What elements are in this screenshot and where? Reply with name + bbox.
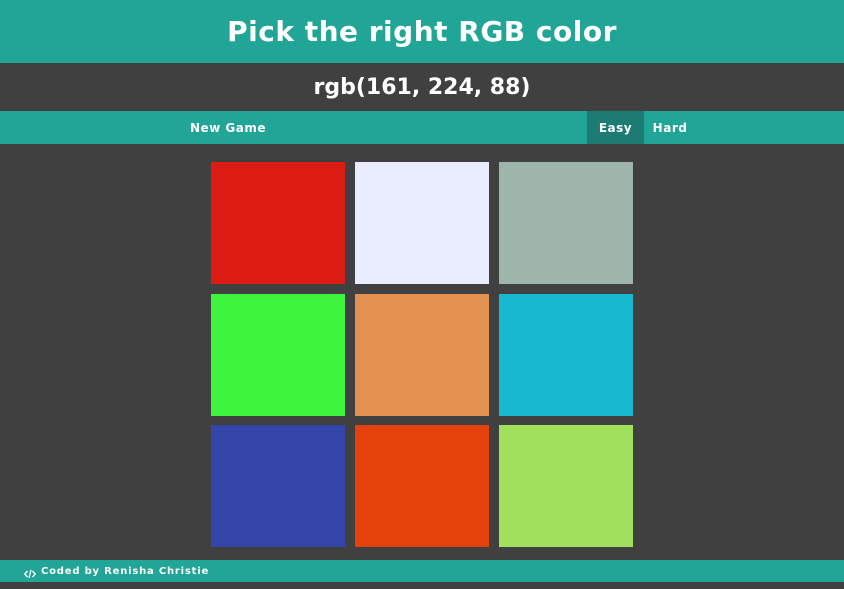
footer-credit: Coded by Renisha Christie <box>41 565 210 577</box>
header: Pick the right RGB color <box>0 0 844 63</box>
target-rgb-text: rgb(161, 224, 88) <box>313 74 531 100</box>
easy-mode-button[interactable]: Easy <box>587 111 644 144</box>
hard-mode-button[interactable]: Hard <box>644 111 696 144</box>
target-color-bar: rgb(161, 224, 88) <box>0 63 844 111</box>
bottom-strip <box>0 582 844 589</box>
color-square[interactable] <box>211 162 345 284</box>
color-square[interactable] <box>355 294 489 416</box>
color-square[interactable] <box>355 425 489 547</box>
color-square[interactable] <box>211 294 345 416</box>
color-square[interactable] <box>499 162 633 284</box>
code-icon <box>23 565 37 579</box>
color-square[interactable] <box>355 162 489 284</box>
new-game-button[interactable]: New Game <box>186 111 270 144</box>
page-title: Pick the right RGB color <box>227 15 617 48</box>
color-square[interactable] <box>499 294 633 416</box>
color-square[interactable] <box>211 425 345 547</box>
controls-bar: New Game Easy Hard <box>0 111 844 144</box>
color-square[interactable] <box>499 425 633 547</box>
footer: Coded by Renisha Christie <box>0 560 844 582</box>
